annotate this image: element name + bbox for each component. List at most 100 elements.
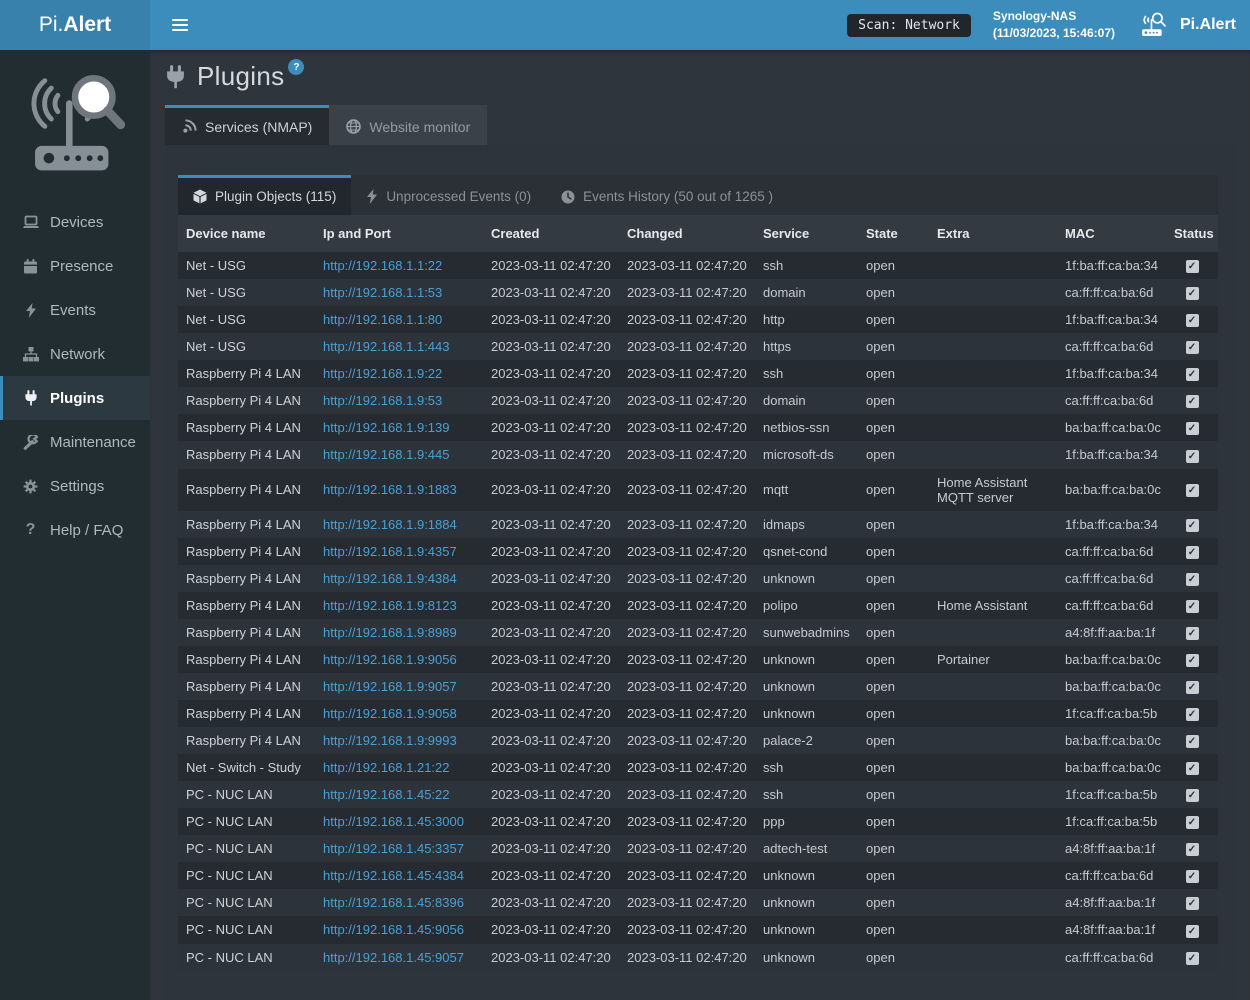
status-checkbox[interactable]: ✓ xyxy=(1186,843,1199,856)
ip-port-link[interactable]: http://192.168.1.9:4384 xyxy=(323,571,457,586)
created-cell: 2023-03-11 02:47:20 xyxy=(483,835,619,862)
status-checkbox[interactable]: ✓ xyxy=(1186,484,1199,497)
status-checkbox[interactable]: ✓ xyxy=(1186,816,1199,829)
status-checkbox[interactable]: ✓ xyxy=(1186,314,1199,327)
device-name-cell: Raspberry Pi 4 LAN xyxy=(178,469,315,511)
ip-port-link[interactable]: http://192.168.1.1:443 xyxy=(323,339,450,354)
ip-port-cell: http://192.168.1.9:9057 xyxy=(315,673,483,700)
ip-port-link[interactable]: http://192.168.1.9:8123 xyxy=(323,598,457,613)
ip-port-link[interactable]: http://192.168.1.9:9057 xyxy=(323,679,457,694)
tab-plugin-objects-115[interactable]: Plugin Objects (115) xyxy=(178,175,351,215)
scan-status-badge: Scan: Network xyxy=(847,14,971,37)
ip-port-link[interactable]: http://192.168.1.9:4357 xyxy=(323,544,457,559)
status-checkbox[interactable]: ✓ xyxy=(1186,735,1199,748)
column-header-changed[interactable]: Changed xyxy=(619,215,755,252)
ip-port-link[interactable]: http://192.168.1.9:9056 xyxy=(323,652,457,667)
sidebar-item-maintenance[interactable]: Maintenance xyxy=(0,420,150,464)
table-row: Net - USGhttp://192.168.1.1:222023-03-11… xyxy=(178,252,1218,279)
column-header-state[interactable]: State xyxy=(858,215,929,252)
status-checkbox[interactable]: ✓ xyxy=(1186,546,1199,559)
status-cell: ✓ xyxy=(1166,862,1218,889)
status-checkbox[interactable]: ✓ xyxy=(1186,450,1199,463)
sidebar-item-plugins[interactable]: Plugins xyxy=(0,376,150,420)
status-checkbox[interactable]: ✓ xyxy=(1186,897,1199,910)
status-checkbox[interactable]: ✓ xyxy=(1186,952,1199,965)
sidebar-item-events[interactable]: Events xyxy=(0,288,150,332)
status-cell: ✓ xyxy=(1166,944,1218,971)
ip-port-link[interactable]: http://192.168.1.9:445 xyxy=(323,447,450,462)
status-checkbox[interactable]: ✓ xyxy=(1186,627,1199,640)
ip-port-link[interactable]: http://192.168.1.9:22 xyxy=(323,366,442,381)
ip-port-link[interactable]: http://192.168.1.45:9056 xyxy=(323,922,464,937)
ip-port-cell: http://192.168.1.45:9056 xyxy=(315,916,483,943)
status-checkbox[interactable]: ✓ xyxy=(1186,260,1199,273)
changed-cell: 2023-03-11 02:47:20 xyxy=(619,252,755,279)
created-cell: 2023-03-11 02:47:20 xyxy=(483,387,619,414)
ip-port-link[interactable]: http://192.168.1.21:22 xyxy=(323,760,450,775)
column-header-extra[interactable]: Extra xyxy=(929,215,1057,252)
status-checkbox[interactable]: ✓ xyxy=(1186,395,1199,408)
table-row: PC - NUC LANhttp://192.168.1.45:43842023… xyxy=(178,862,1218,889)
ip-port-link[interactable]: http://192.168.1.1:53 xyxy=(323,285,442,300)
ip-port-link[interactable]: http://192.168.1.9:9993 xyxy=(323,733,457,748)
status-checkbox[interactable]: ✓ xyxy=(1186,368,1199,381)
sidebar-item-devices[interactable]: Devices xyxy=(0,200,150,244)
ip-port-link[interactable]: http://192.168.1.45:4384 xyxy=(323,868,464,883)
status-checkbox[interactable]: ✓ xyxy=(1186,654,1199,667)
status-checkbox[interactable]: ✓ xyxy=(1186,573,1199,586)
sidebar-toggle-button[interactable] xyxy=(156,0,204,50)
sidebar-item-network[interactable]: Network xyxy=(0,332,150,376)
status-cell: ✓ xyxy=(1166,538,1218,565)
status-checkbox[interactable]: ✓ xyxy=(1186,600,1199,613)
ip-port-link[interactable]: http://192.168.1.45:8396 xyxy=(323,895,464,910)
device-name-cell: Raspberry Pi 4 LAN xyxy=(178,673,315,700)
status-cell: ✓ xyxy=(1166,565,1218,592)
status-checkbox[interactable]: ✓ xyxy=(1186,870,1199,883)
ip-port-link[interactable]: http://192.168.1.9:8989 xyxy=(323,625,457,640)
mac-cell: 1f:ba:ff:ca:ba:34 xyxy=(1057,511,1166,538)
ip-port-link[interactable]: http://192.168.1.45:3000 xyxy=(323,814,464,829)
column-header-ip-and-port[interactable]: Ip and Port xyxy=(315,215,483,252)
plugin-tabs: Services (NMAP)Website monitor xyxy=(165,105,1235,145)
ip-port-link[interactable]: http://192.168.1.45:9057 xyxy=(323,950,464,965)
status-checkbox[interactable]: ✓ xyxy=(1186,341,1199,354)
ip-port-link[interactable]: http://192.168.1.9:53 xyxy=(323,393,442,408)
ip-port-link[interactable]: http://192.168.1.9:139 xyxy=(323,420,450,435)
ip-port-link[interactable]: http://192.168.1.9:9058 xyxy=(323,706,457,721)
ip-port-link[interactable]: http://192.168.1.9:1883 xyxy=(323,482,457,497)
column-header-service[interactable]: Service xyxy=(755,215,858,252)
status-checkbox[interactable]: ✓ xyxy=(1186,708,1199,721)
tab-unprocessed-events-0[interactable]: Unprocessed Events (0) xyxy=(351,175,546,215)
status-checkbox[interactable]: ✓ xyxy=(1186,287,1199,300)
brand-logo[interactable]: Pi.Alert xyxy=(0,0,150,50)
status-checkbox[interactable]: ✓ xyxy=(1186,925,1199,938)
status-checkbox[interactable]: ✓ xyxy=(1186,762,1199,775)
ip-port-link[interactable]: http://192.168.1.1:80 xyxy=(323,312,442,327)
column-header-mac[interactable]: MAC xyxy=(1057,215,1166,252)
ip-port-cell: http://192.168.1.45:3357 xyxy=(315,835,483,862)
ip-port-link[interactable]: http://192.168.1.45:22 xyxy=(323,787,450,802)
column-header-device-name[interactable]: Device name xyxy=(178,215,315,252)
extra-cell: Home Assistant MQTT server xyxy=(929,469,1057,511)
ip-port-link[interactable]: http://192.168.1.9:1884 xyxy=(323,517,457,532)
sidebar-item-settings[interactable]: Settings xyxy=(0,464,150,508)
brand-suffix: Alert xyxy=(63,13,111,37)
help-badge[interactable]: ? xyxy=(288,59,304,75)
app-menu-button[interactable]: Pi.Alert xyxy=(1137,10,1236,40)
ip-port-link[interactable]: http://192.168.1.45:3357 xyxy=(323,841,464,856)
mac-cell: a4:8f:ff:aa:ba:1f xyxy=(1057,916,1166,943)
column-header-created[interactable]: Created xyxy=(483,215,619,252)
status-checkbox[interactable]: ✓ xyxy=(1186,519,1199,532)
ip-port-link[interactable]: http://192.168.1.1:22 xyxy=(323,258,442,273)
status-checkbox[interactable]: ✓ xyxy=(1186,681,1199,694)
status-checkbox[interactable]: ✓ xyxy=(1186,422,1199,435)
tab-events-history-50-out-of-1265[interactable]: Events History (50 out of 1265 ) xyxy=(546,175,788,215)
column-header-status[interactable]: Status xyxy=(1166,215,1218,252)
state-cell: open xyxy=(858,781,929,808)
sidebar-item-presence[interactable]: Presence xyxy=(0,244,150,288)
tab-services-nmap[interactable]: Services (NMAP) xyxy=(165,105,329,145)
status-checkbox[interactable]: ✓ xyxy=(1186,789,1199,802)
service-cell: https xyxy=(755,333,858,360)
sidebar-item-help-faq[interactable]: ?Help / FAQ xyxy=(0,508,150,552)
tab-website-monitor[interactable]: Website monitor xyxy=(329,105,487,145)
